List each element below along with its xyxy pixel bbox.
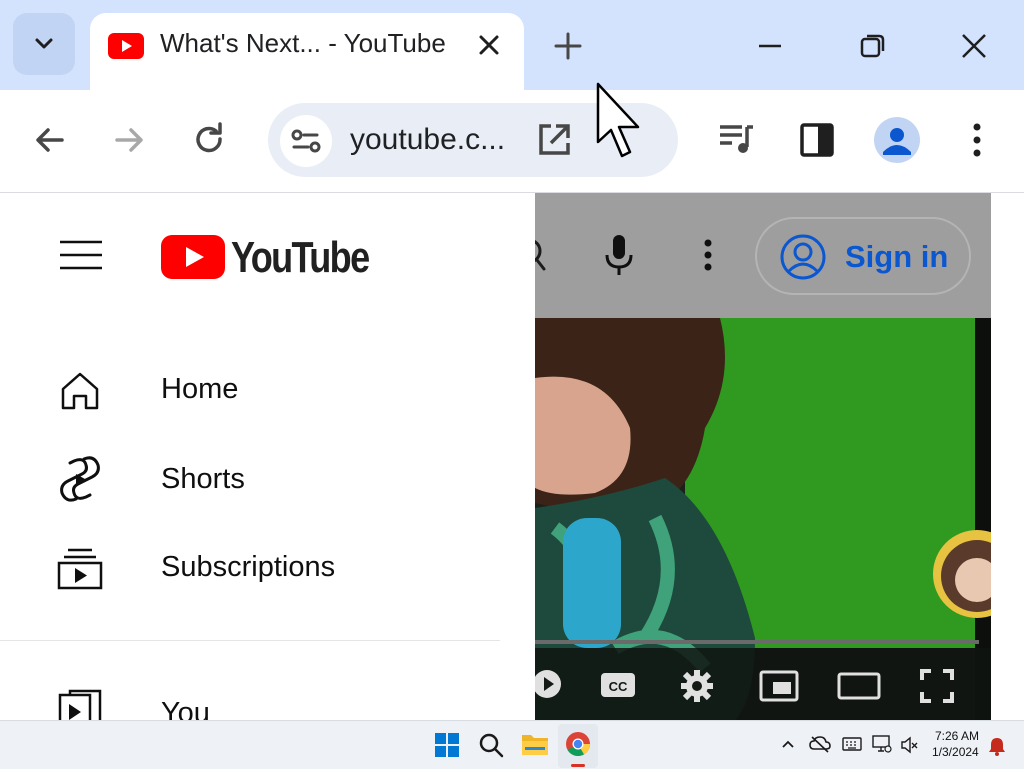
restore-icon[interactable]: [854, 28, 890, 64]
site-info-button[interactable]: [280, 115, 332, 167]
side-panel-icon[interactable]: [795, 118, 839, 162]
url-text[interactable]: youtube.c...: [350, 123, 505, 157]
keyboard-icon[interactable]: [842, 736, 862, 752]
site-info-icon: [291, 129, 321, 153]
profile-avatar[interactable]: [874, 117, 920, 163]
you-icon: [58, 689, 102, 720]
profile-icon: [883, 128, 911, 155]
new-tab-icon[interactable]: [550, 28, 586, 64]
hamburger-menu-icon[interactable]: [58, 237, 104, 273]
chrome-taskbar-button[interactable]: [558, 724, 598, 768]
sidebar-item-subscriptions[interactable]: Subscriptions: [0, 531, 500, 605]
theater-mode-icon[interactable]: [837, 670, 881, 702]
media-controls-icon[interactable]: [714, 117, 758, 161]
svg-text:CC: CC: [609, 679, 628, 694]
chevron-up-icon[interactable]: [780, 736, 796, 752]
captions-icon[interactable]: CC: [599, 671, 637, 699]
windows-start-icon[interactable]: [434, 732, 460, 758]
more-vert-icon[interactable]: [962, 118, 992, 162]
more-vert-icon[interactable]: [695, 235, 721, 279]
microphone-icon[interactable]: [599, 231, 639, 279]
video-player[interactable]: CC: [535, 318, 991, 720]
network-icon[interactable]: [872, 734, 892, 754]
clock-date[interactable]: 1/3/2024: [932, 745, 979, 759]
home-icon: [61, 372, 99, 410]
youtube-icon: [108, 33, 144, 59]
video-frame: [535, 318, 991, 720]
youtube-masthead: Sign in: [527, 193, 991, 318]
mouse-cursor-icon: [596, 82, 640, 158]
guide-drawer: YouTube Home Shorts Subscriptions You: [0, 193, 535, 720]
back-arrow-icon[interactable]: [28, 118, 72, 162]
sidebar-divider: [0, 640, 500, 641]
tab-search-button[interactable]: [13, 13, 75, 75]
reload-icon[interactable]: [187, 118, 231, 162]
close-window-icon[interactable]: [956, 28, 992, 64]
active-app-indicator: [571, 764, 585, 767]
file-explorer-icon[interactable]: [521, 731, 549, 757]
shorts-icon: [60, 456, 100, 502]
chevron-down-icon: [35, 38, 53, 49]
subscriptions-icon: [57, 548, 103, 590]
play-icon[interactable]: [535, 669, 565, 699]
youtube-icon: [161, 235, 225, 279]
sidebar-item-label: Shorts: [161, 463, 245, 495]
sign-in-button[interactable]: Sign in: [755, 217, 971, 295]
close-tab-icon[interactable]: [474, 30, 504, 60]
sidebar-item-label: Home: [161, 373, 239, 405]
sidebar-item-shorts[interactable]: Shorts: [0, 443, 500, 517]
chrome-icon: [566, 732, 590, 757]
taskbar: [0, 720, 1024, 769]
search-icon[interactable]: [478, 732, 504, 758]
web-page: Sign in CC YouTube Home Shorts Subscript…: [0, 193, 1024, 720]
sidebar-item-label: Subscriptions: [161, 551, 336, 583]
clock-time[interactable]: 7:26 AM: [935, 729, 979, 743]
forward-arrow-icon[interactable]: [107, 118, 151, 162]
fullscreen-icon[interactable]: [919, 668, 955, 704]
sidebar-item-home[interactable]: Home: [0, 353, 500, 427]
open-in-new-icon[interactable]: [534, 120, 574, 160]
settings-icon[interactable]: [679, 668, 715, 704]
account-circle-icon: [780, 234, 826, 280]
sidebar-item-label: You: [161, 697, 210, 720]
sign-in-label: Sign in: [845, 239, 949, 274]
tab-title: What's Next... - YouTube: [160, 28, 446, 58]
minimize-icon[interactable]: [752, 28, 788, 64]
volume-muted-icon[interactable]: [900, 735, 920, 755]
notification-bell-icon[interactable]: [988, 736, 1006, 756]
onedrive-icon[interactable]: [809, 734, 831, 754]
youtube-wordmark: YouTube: [231, 233, 370, 282]
youtube-logo[interactable]: YouTube: [161, 233, 371, 283]
miniplayer-icon[interactable]: [759, 670, 799, 702]
sidebar-item-you[interactable]: You: [0, 673, 500, 720]
